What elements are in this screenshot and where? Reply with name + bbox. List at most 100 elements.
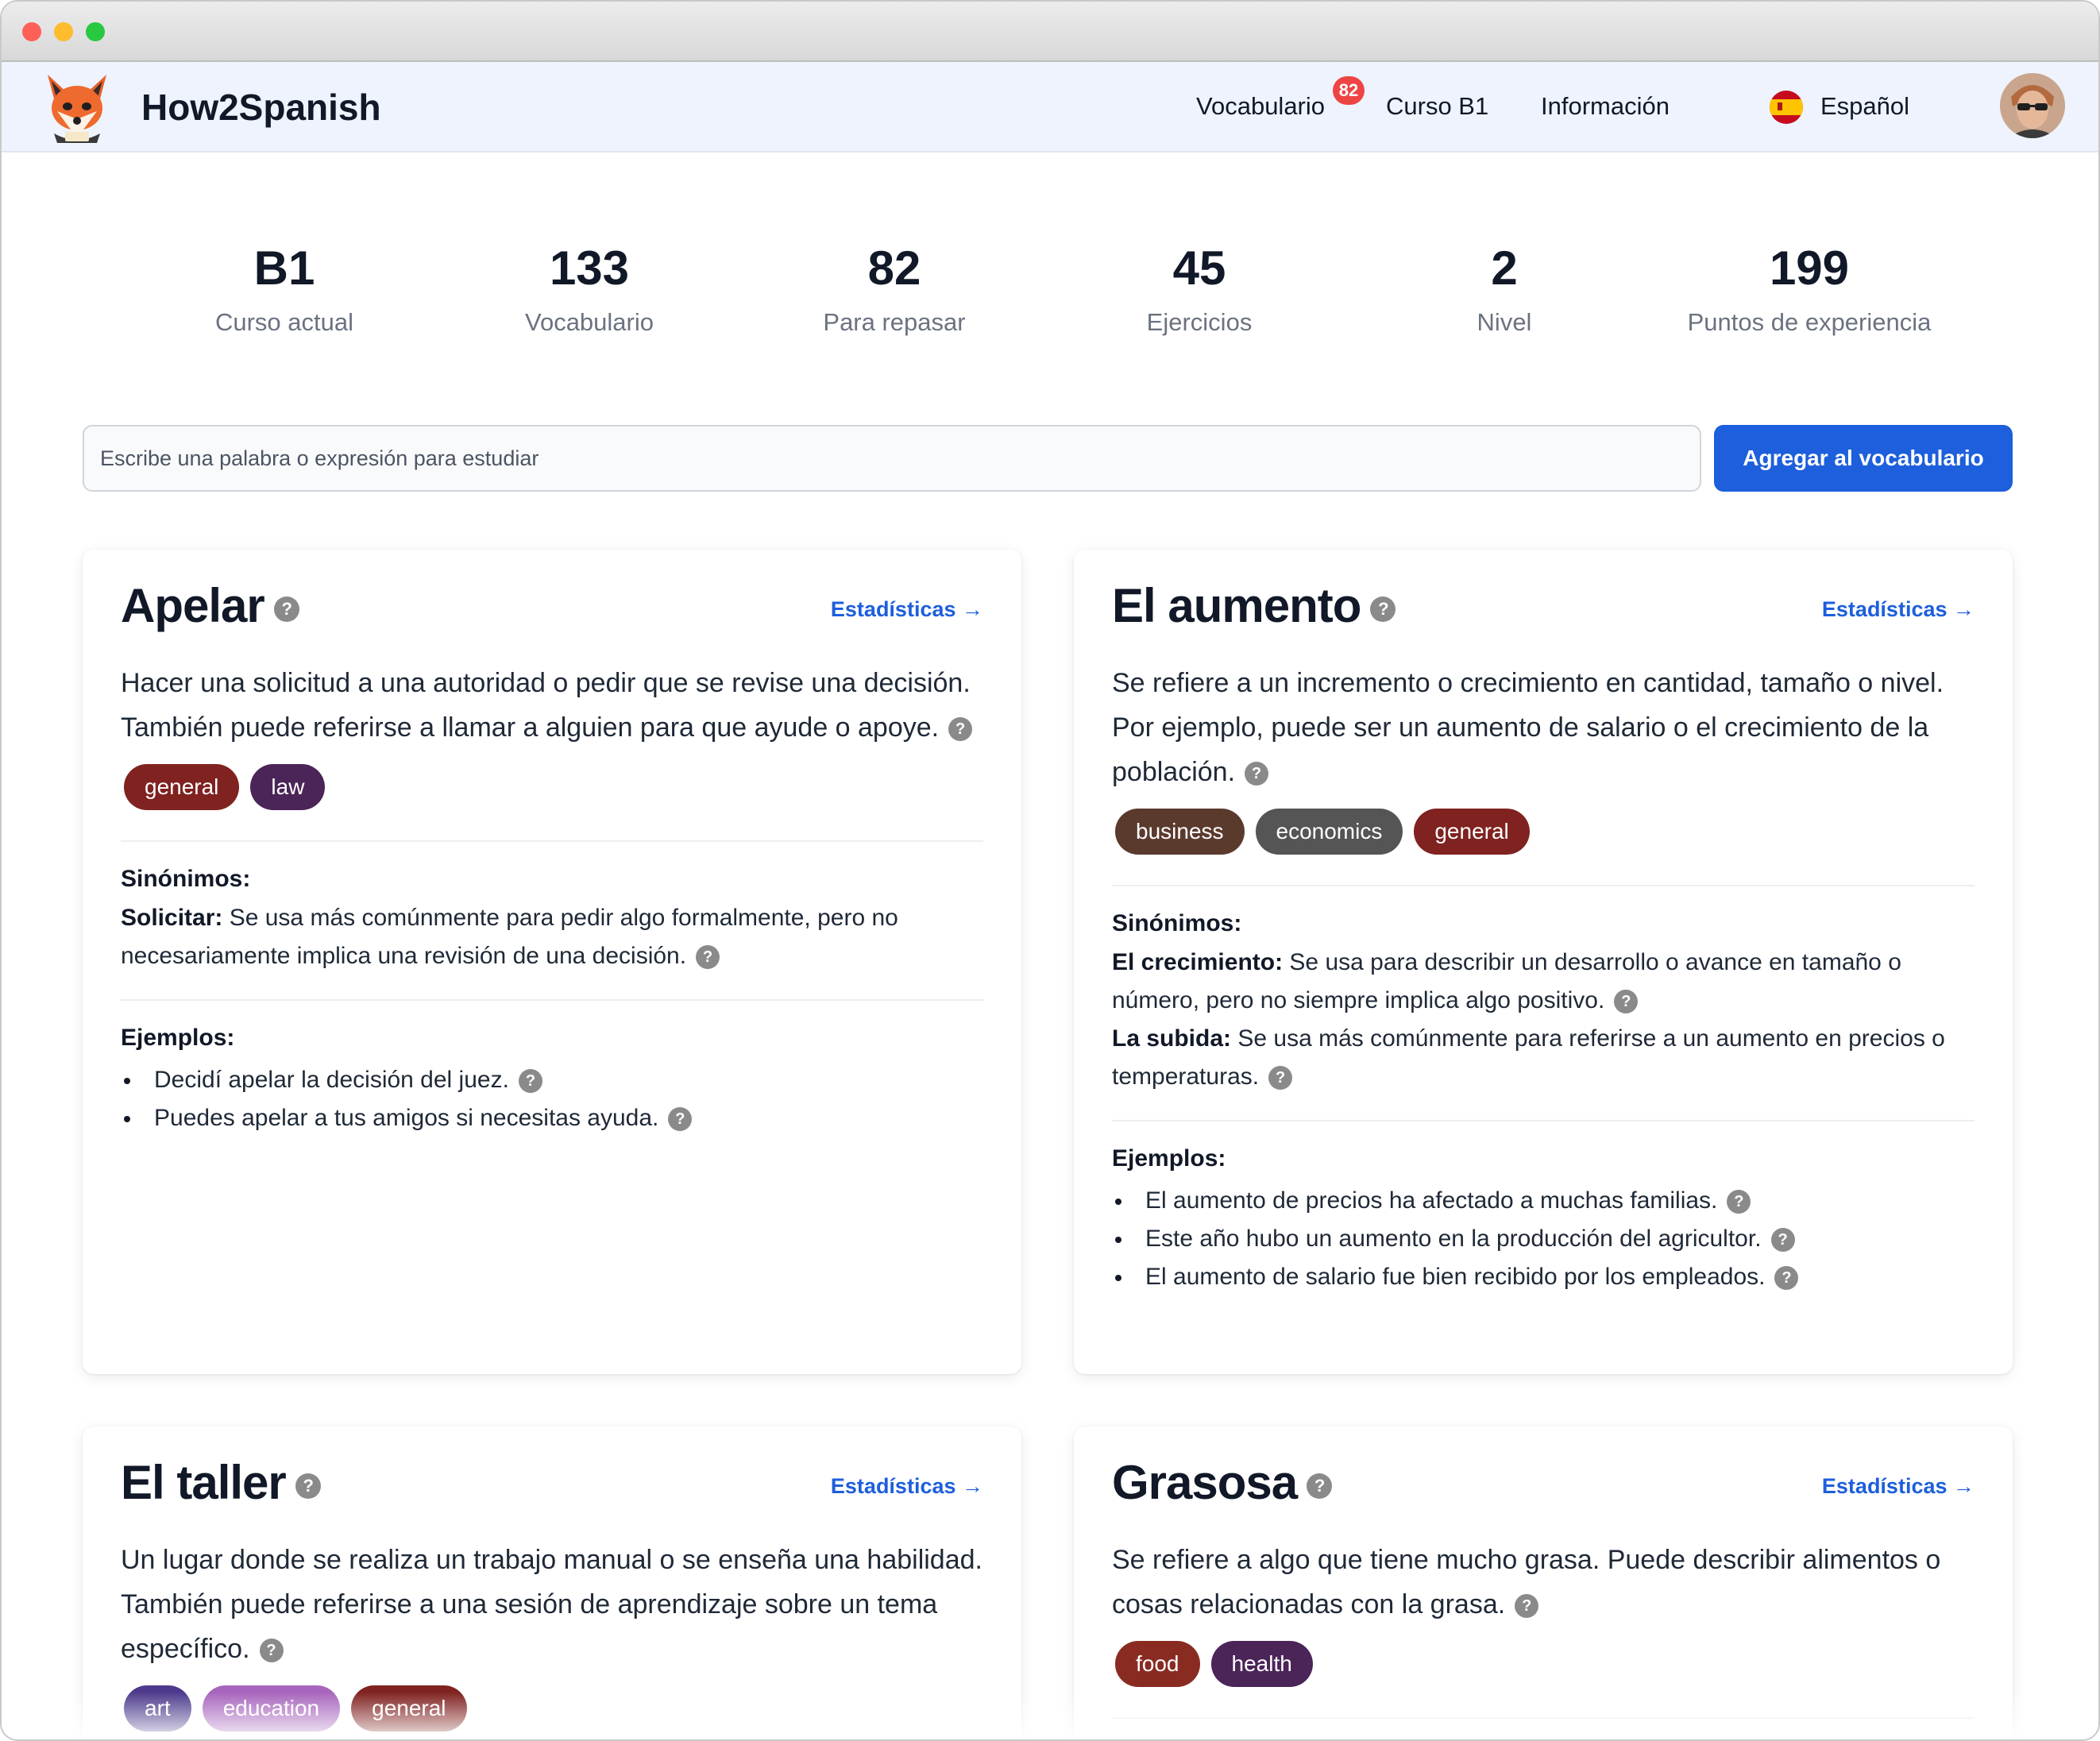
example-item: Decidí apelar la decisión del juez.?: [121, 1061, 983, 1099]
top-navbar: How2Spanish Vocabulario 82 Curso B1 Info…: [2, 62, 2098, 152]
synonyms-heading: Sinónimos:: [121, 866, 251, 892]
help-icon[interactable]: ?: [1245, 762, 1269, 786]
synonym-text: Se usa más comúnmente para referirse a u…: [1112, 1025, 1945, 1090]
card-word: El aumento?: [1112, 578, 1396, 633]
card-definition: Un lugar donde se realiza un trabajo man…: [121, 1538, 983, 1671]
example-item: Puedes apelar a tus amigos si necesitas …: [121, 1099, 983, 1137]
synonym-term: La subida:: [1112, 1025, 1232, 1052]
stat-vocabulary: 133 Vocabulario: [423, 240, 756, 337]
tag-business[interactable]: business: [1115, 809, 1245, 855]
help-icon[interactable]: ?: [1727, 1190, 1751, 1214]
scroll-fade: [2, 1692, 2098, 1739]
tag-law[interactable]: law: [250, 764, 326, 810]
help-icon[interactable]: ?: [518, 1069, 542, 1094]
help-icon[interactable]: ?: [1774, 1266, 1799, 1291]
help-icon[interactable]: ?: [259, 1639, 284, 1663]
example-text: Este año hubo un aumento en la producció…: [1145, 1226, 1762, 1252]
stat-label: Nivel: [1477, 308, 1532, 336]
divider: [1112, 885, 1975, 886]
help-icon[interactable]: ?: [1770, 1228, 1795, 1253]
tag-health[interactable]: health: [1210, 1641, 1313, 1687]
divider: [121, 840, 983, 842]
close-window-button[interactable]: [22, 22, 41, 41]
definition-text: Hacer una solicitud a una autoridad o pe…: [121, 668, 971, 743]
synonym-item: La subida: Se usa más comúnmente para re…: [1112, 1020, 1975, 1096]
vocab-card-el-aumento: El aumento? Estadísticas → Se refiere a …: [1074, 550, 2013, 1374]
help-icon[interactable]: ?: [696, 945, 720, 970]
stat-value: 133: [549, 241, 630, 295]
statistics-link[interactable]: Estadísticas →: [1822, 597, 1975, 622]
stat-to-review: 82 Para repasar: [728, 240, 1061, 337]
example-text: Decidí apelar la decisión del juez.: [154, 1067, 509, 1093]
user-avatar[interactable]: [2000, 73, 2065, 138]
example-text: Puedes apelar a tus amigos si necesitas …: [154, 1105, 659, 1131]
help-icon[interactable]: ?: [1370, 596, 1396, 623]
nav-info-link[interactable]: Información: [1541, 92, 1670, 121]
card-definition: Se refiere a un incremento o crecimiento…: [1112, 661, 1975, 794]
add-to-vocabulary-button[interactable]: Agregar al vocabulario: [1714, 425, 2013, 492]
tag-general[interactable]: general: [124, 764, 240, 810]
nav-vocabulary-link[interactable]: Vocabulario: [1196, 92, 1325, 121]
help-icon[interactable]: ?: [1614, 990, 1639, 1014]
card-word: Apelar?: [121, 578, 299, 633]
synonym-item: El crecimiento: Se usa para describir un…: [1112, 944, 1975, 1020]
stat-label: Vocabulario: [524, 308, 654, 336]
language-selector[interactable]: Español: [1820, 92, 1909, 121]
fox-logo-icon[interactable]: [41, 70, 113, 145]
card-word: Grasosa?: [1112, 1455, 1333, 1510]
card-word-text: El aumento: [1112, 579, 1361, 632]
stat-value: 45: [1172, 241, 1226, 295]
brand-name[interactable]: How2Spanish: [141, 86, 381, 129]
stat-label: Ejercicios: [1146, 308, 1253, 336]
synonyms-heading: Sinónimos:: [1112, 910, 1242, 936]
examples-list: Decidí apelar la decisión del juez.? Pue…: [121, 1061, 983, 1137]
stat-level: 2 Nivel: [1338, 240, 1671, 337]
examples-list: El aumento de precios ha afectado a much…: [1112, 1182, 1975, 1296]
review-count-badge: 82: [1333, 76, 1365, 105]
help-icon[interactable]: ?: [668, 1107, 693, 1132]
statistics-link[interactable]: Estadísticas →: [1822, 1474, 1975, 1499]
help-icon[interactable]: ?: [295, 1473, 321, 1500]
vocab-card-apelar: Apelar? Estadísticas → Hacer una solicit…: [83, 550, 1021, 1374]
example-text: El aumento de precios ha afectado a much…: [1145, 1187, 1718, 1214]
stat-label: Curso actual: [214, 308, 354, 336]
stat-label: Puntos de experiencia: [1687, 308, 1932, 336]
help-icon[interactable]: ?: [1515, 1594, 1539, 1619]
tag-economics[interactable]: economics: [1255, 809, 1403, 855]
examples-heading: Ejemplos:: [1112, 1145, 1226, 1172]
statistics-link[interactable]: Estadísticas →: [831, 597, 983, 622]
help-icon[interactable]: ?: [948, 717, 973, 742]
card-word-text: Grasosa: [1112, 1456, 1298, 1509]
synonym-text: Se usa más comúnmente para pedir algo fo…: [121, 905, 898, 969]
help-icon[interactable]: ?: [1307, 1473, 1333, 1500]
divider: [121, 999, 983, 1001]
tag-general[interactable]: general: [1414, 809, 1530, 855]
statistics-link[interactable]: Estadísticas →: [831, 1474, 983, 1499]
example-item: El aumento de precios ha afectado a much…: [1112, 1182, 1975, 1220]
tag-list: general law: [121, 764, 983, 810]
definition-text: Un lugar donde se realiza un trabajo man…: [121, 1545, 982, 1664]
example-text: El aumento de salario fue bien recibido …: [1145, 1264, 1766, 1290]
stat-value: 2: [1491, 241, 1518, 295]
synonym-term: Solicitar:: [121, 905, 223, 931]
card-word: El taller?: [121, 1455, 321, 1510]
stat-value: B1: [253, 241, 315, 295]
help-icon[interactable]: ?: [273, 596, 299, 623]
example-item: El aumento de salario fue bien recibido …: [1112, 1258, 1975, 1296]
nav-course-link[interactable]: Curso B1: [1386, 92, 1488, 121]
stat-experience-points: 199 Puntos de experiencia: [1643, 240, 1976, 337]
spain-flag-icon[interactable]: [1770, 91, 1803, 124]
examples-heading: Ejemplos:: [121, 1025, 235, 1051]
tag-food[interactable]: food: [1115, 1641, 1200, 1687]
browser-window: How2Spanish Vocabulario 82 Curso B1 Info…: [0, 0, 2100, 1741]
stat-exercises: 45 Ejercicios: [1033, 240, 1366, 337]
tag-list: business economics general: [1112, 809, 1975, 855]
minimize-window-button[interactable]: [54, 22, 73, 41]
maximize-window-button[interactable]: [86, 22, 105, 41]
example-item: Este año hubo un aumento en la producció…: [1112, 1220, 1975, 1258]
help-icon[interactable]: ?: [1268, 1066, 1293, 1091]
definition-text: Se refiere a un incremento o crecimiento…: [1112, 668, 1944, 787]
stat-value: 199: [1769, 241, 1850, 295]
stat-value: 82: [867, 241, 921, 295]
word-search-input[interactable]: [83, 425, 1701, 492]
